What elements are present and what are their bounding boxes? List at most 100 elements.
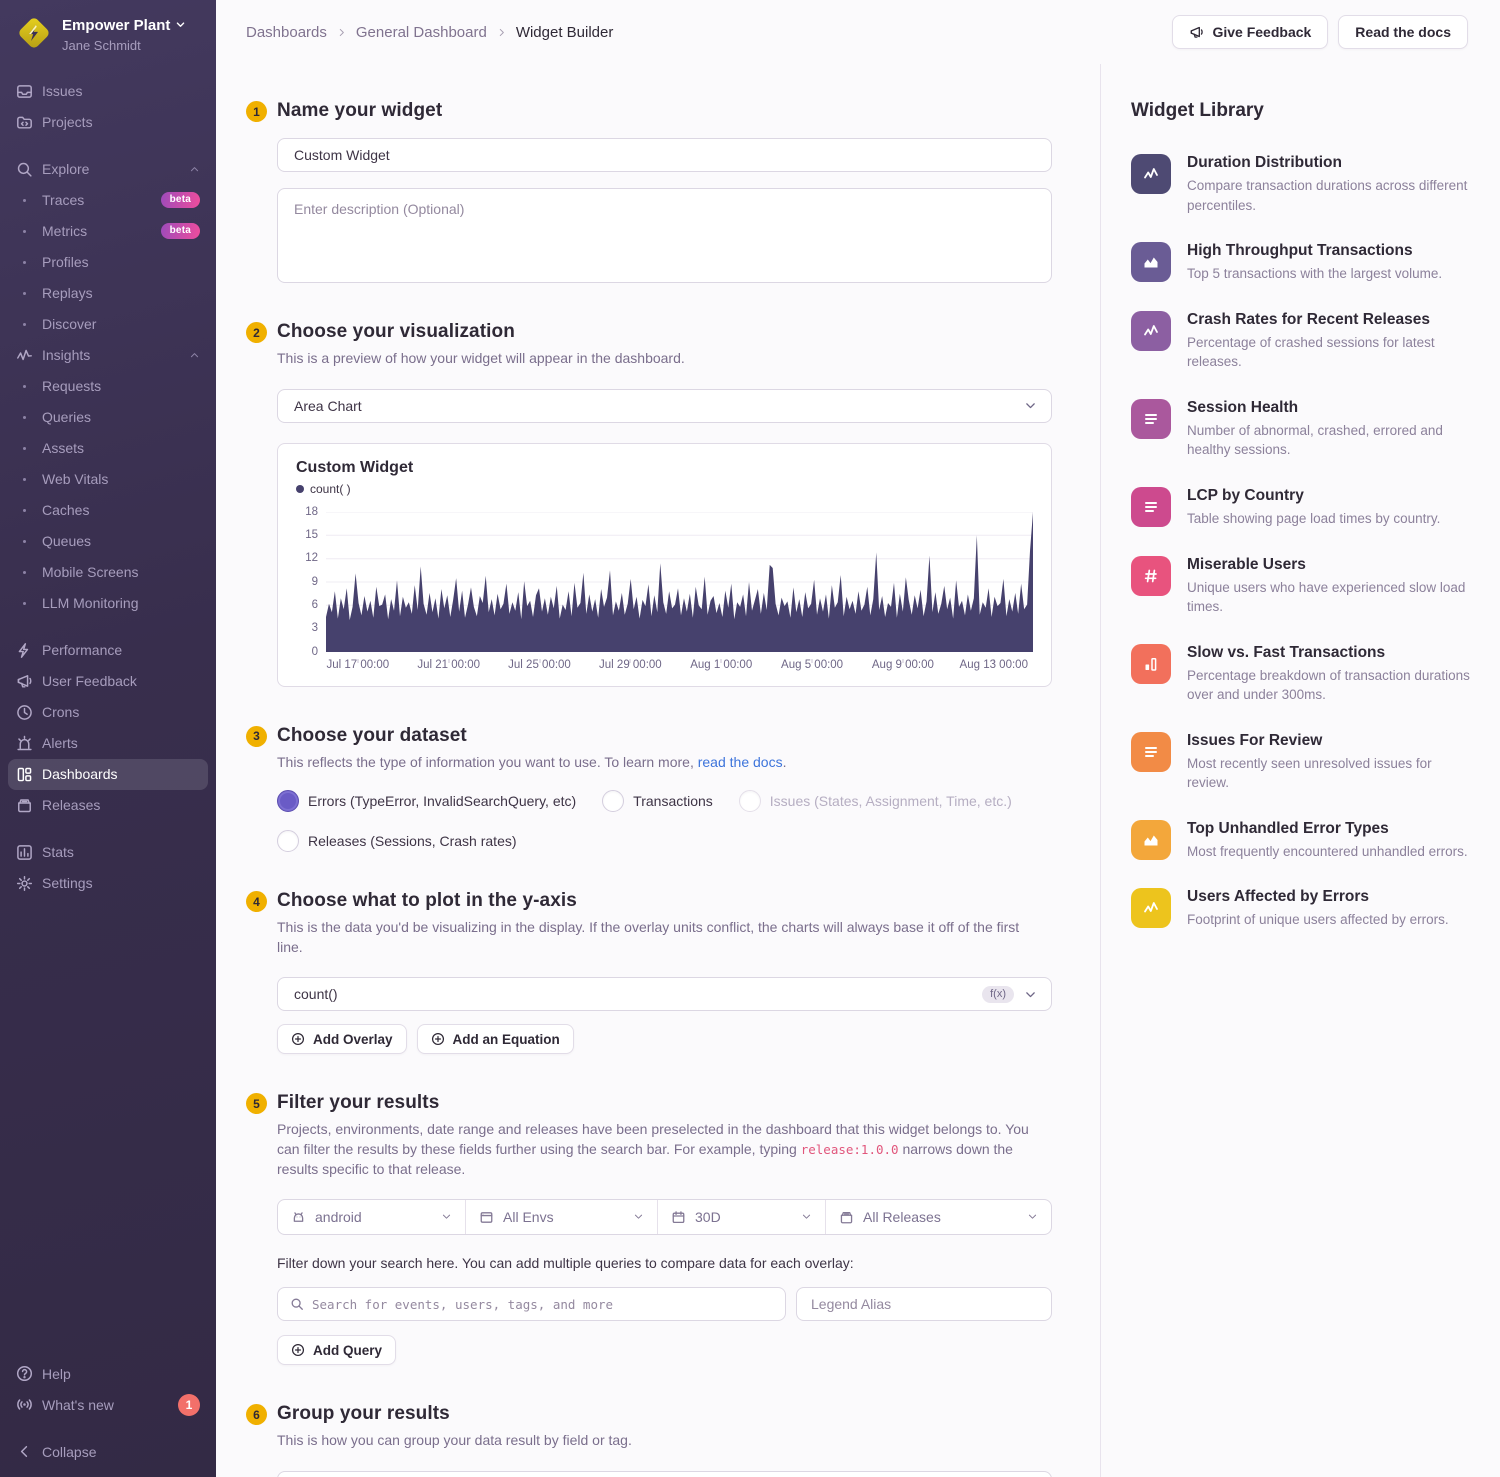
sidebar-item-help[interactable]: Help [8,1358,208,1389]
sidebar-item-metrics[interactable]: Metricsbeta [8,216,208,247]
sidebar-item-traces[interactable]: Tracesbeta [8,185,208,216]
yaxis-function-select[interactable]: count() f(x) [277,977,1052,1011]
sidebar-item-performance[interactable]: Performance [8,635,208,666]
widget-library-list: Duration DistributionCompare transaction… [1131,154,1470,930]
library-item-issues-for-review[interactable]: Issues For ReviewMost recently seen unre… [1131,732,1470,793]
sidebar-item-web-vitals[interactable]: Web Vitals [8,464,208,495]
sidebar-item-label: Traces [42,192,161,208]
sidebar-item-releases[interactable]: Releases [8,790,208,821]
x-tick-label: Jul 25 00:00 [508,659,571,671]
breadcrumb-dashboards[interactable]: Dashboards [246,24,327,41]
library-item-top-unhandled-error-types[interactable]: Top Unhandled Error TypesMost frequently… [1131,820,1470,862]
y-tick-label: 18 [305,506,318,518]
plus-circle-icon [431,1032,445,1046]
library-item-lcp-by-country[interactable]: LCP by CountryTable showing page load ti… [1131,487,1470,529]
sidebar-item-label: Settings [42,875,200,891]
clock-icon [16,704,42,721]
add-query-button[interactable]: Add Query [277,1335,396,1365]
sidebar-item-label: Releases [42,797,200,813]
sidebar-item-stats[interactable]: Stats [8,837,208,868]
chevron-right-icon [336,27,347,38]
library-item-description: Most frequently encountered unhandled er… [1187,842,1470,862]
sidebar-item-requests[interactable]: Requests [8,371,208,402]
breadcrumb-general-dashboard[interactable]: General Dashboard [356,24,487,41]
sidebar-item-replays[interactable]: Replays [8,278,208,309]
sidebar-item-llm-monitoring[interactable]: LLM Monitoring [8,588,208,619]
main-area: DashboardsGeneral DashboardWidget Builde… [216,0,1500,1477]
give-feedback-button[interactable]: Give Feedback [1172,15,1328,49]
yaxis-function-value: count() [294,986,338,1002]
library-item-crash-rates-for-recent-releases[interactable]: Crash Rates for Recent ReleasesPercentag… [1131,311,1470,372]
all-releases-filter[interactable]: All Releases [826,1200,1051,1234]
read-docs-button[interactable]: Read the docs [1338,15,1468,49]
sidebar-item-label: Projects [42,114,200,130]
sidebar-item-mobile-screens[interactable]: Mobile Screens [8,557,208,588]
sidebar-item-caches[interactable]: Caches [8,495,208,526]
sidebar-item-discover[interactable]: Discover [8,309,208,340]
library-item-users-affected-by-errors[interactable]: Users Affected by ErrorsFootprint of uni… [1131,888,1470,930]
widget-name-input[interactable] [277,138,1052,172]
insights-icon [16,347,42,364]
help-icon [16,1365,42,1382]
android-filter[interactable]: android [278,1200,466,1234]
sidebar-item-user-feedback[interactable]: User Feedback [8,666,208,697]
add-overlay-button[interactable]: Add Overlay [277,1024,407,1054]
sidebar-item-issues[interactable]: Issues [8,76,208,107]
visualization-select[interactable]: Area Chart [277,389,1052,423]
bullet-dot [16,571,42,574]
step4-subtitle: This is the data you'd be visualizing in… [277,918,1047,957]
library-item-slow-vs-fast-transactions[interactable]: Slow vs. Fast TransactionsPercentage bre… [1131,644,1470,705]
bullet-dot [16,199,42,202]
sidebar-item-label: Profiles [42,254,200,270]
dataset-option-issues: Issues (States, Assignment, Time, etc.) [739,790,1012,812]
30d-filter[interactable]: 30D [658,1200,826,1234]
sidebar-collapse-button[interactable]: Collapse [8,1436,208,1467]
search-conditions-field[interactable] [312,1297,773,1312]
breadcrumb: DashboardsGeneral DashboardWidget Builde… [246,24,613,41]
sidebar-item-projects[interactable]: Projects [8,107,208,138]
sidebar-item-insights[interactable]: Insights [8,340,208,371]
dataset-option-releases[interactable]: Releases (Sessions, Crash rates) [277,830,517,852]
widget-description-field[interactable] [278,189,1051,282]
dataset-option-errors[interactable]: Errors (TypeError, InvalidSearchQuery, e… [277,790,576,812]
sidebar-item-profiles[interactable]: Profiles [8,247,208,278]
sidebar-item-label: Replays [42,285,200,301]
library-item-duration-distribution[interactable]: Duration DistributionCompare transaction… [1131,154,1470,215]
projects-icon [16,114,42,131]
dataset-option-transactions[interactable]: Transactions [602,790,713,812]
filter-label: android [315,1209,362,1225]
library-item-high-throughput-transactions[interactable]: High Throughput TransactionsTop 5 transa… [1131,242,1470,284]
y-tick-label: 6 [312,599,318,611]
sidebar-item-assets[interactable]: Assets [8,433,208,464]
library-item-description: Top 5 transactions with the largest volu… [1187,264,1470,284]
step3-subtitle-text: This reflects the type of information yo… [277,754,698,770]
add-equation-button[interactable]: Add an Equation [417,1024,574,1054]
sidebar-item-explore[interactable]: Explore [8,154,208,185]
sidebar-item-queues[interactable]: Queues [8,526,208,557]
sidebar-item-what-s-new[interactable]: What's new1 [8,1389,208,1420]
search-conditions-input[interactable] [277,1287,786,1321]
widget-description-input[interactable] [277,188,1052,283]
library-item-session-health[interactable]: Session HealthNumber of abnormal, crashe… [1131,399,1470,460]
y-tick-label: 9 [312,576,318,588]
sidebar-item-label: Mobile Screens [42,564,200,580]
step-group-results: 6 Group your results This is how you can… [246,1403,1052,1477]
group-select[interactable]: Select group [277,1471,1052,1477]
read-the-docs-link[interactable]: read the docs [698,754,783,770]
sidebar-item-alerts[interactable]: Alerts [8,728,208,759]
chevron-up-icon [189,350,200,361]
legend-alias-input[interactable] [796,1287,1052,1321]
sidebar-item-crons[interactable]: Crons [8,697,208,728]
filter-hint: Filter down your search here. You can ad… [277,1255,1052,1271]
sidebar-item-dashboards[interactable]: Dashboards [8,759,208,790]
sidebar-item-queries[interactable]: Queries [8,402,208,433]
library-item-miserable-users[interactable]: Miserable UsersUnique users who have exp… [1131,556,1470,617]
plus-circle-icon [291,1343,305,1357]
library-item-title: Users Affected by Errors [1187,888,1470,906]
step3-subtitle-period: . [783,754,787,770]
legend-alias-field[interactable] [811,1296,1037,1312]
sidebar-item-settings[interactable]: Settings [8,868,208,899]
all-envs-filter[interactable]: All Envs [466,1200,658,1234]
org-switcher[interactable]: Empower Plant Jane Schmidt [0,0,216,66]
widget-name-input-field[interactable] [294,147,1035,163]
